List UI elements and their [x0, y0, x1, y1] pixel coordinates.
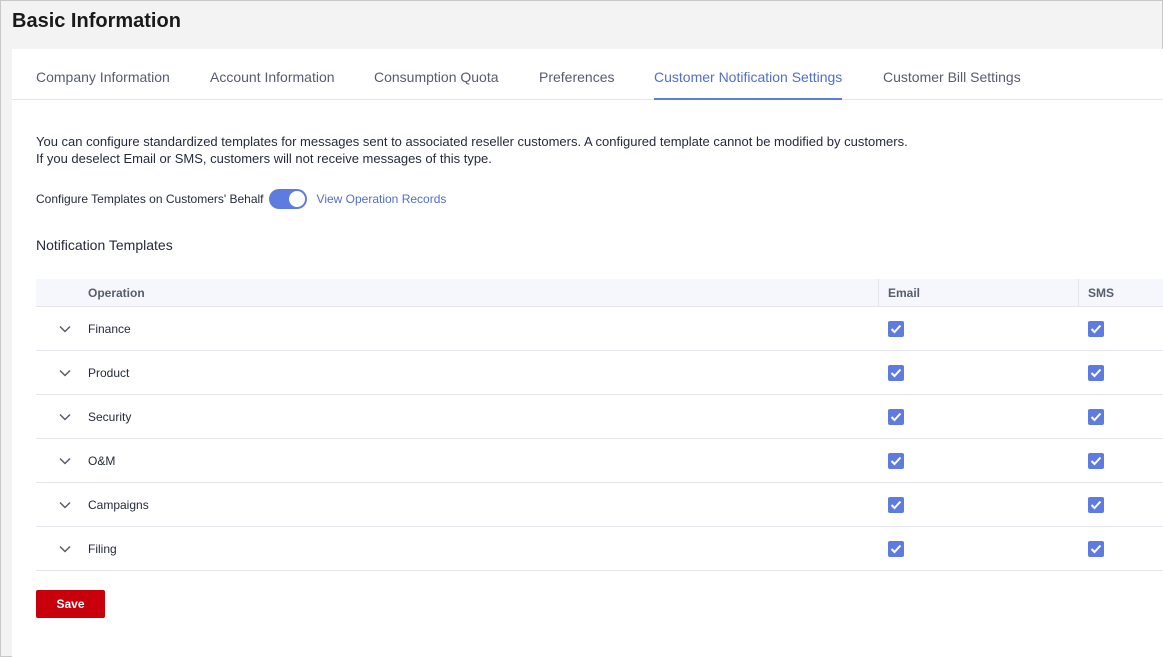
- sms-checkbox[interactable]: [1088, 453, 1104, 469]
- tab-account-information[interactable]: Account Information: [210, 69, 335, 100]
- table-row: Product: [36, 351, 1163, 395]
- configure-label: Configure Templates on Customers' Behalf: [36, 192, 264, 206]
- sms-checkbox[interactable]: [1088, 497, 1104, 513]
- sms-checkbox[interactable]: [1088, 321, 1104, 337]
- email-checkbox[interactable]: [888, 321, 904, 337]
- email-checkbox[interactable]: [888, 365, 904, 381]
- tab-consumption-quota[interactable]: Consumption Quota: [374, 69, 499, 100]
- email-checkbox[interactable]: [888, 409, 904, 425]
- operation-label: Finance: [88, 322, 131, 336]
- email-checkbox[interactable]: [888, 453, 904, 469]
- notification-templates-title: Notification Templates: [36, 237, 173, 253]
- chevron-down-icon[interactable]: [58, 366, 72, 380]
- table-row: O&M: [36, 439, 1163, 483]
- operation-label: Campaigns: [88, 498, 149, 512]
- column-operation: Operation: [88, 286, 145, 300]
- operation-label: Filing: [88, 542, 117, 556]
- email-checkbox[interactable]: [888, 541, 904, 557]
- table-row: Security: [36, 395, 1163, 439]
- chevron-down-icon[interactable]: [58, 410, 72, 424]
- table-row: Finance: [36, 307, 1163, 351]
- description-line-2: If you deselect Email or SMS, customers …: [36, 151, 492, 166]
- sms-checkbox[interactable]: [1088, 541, 1104, 557]
- email-checkbox[interactable]: [888, 497, 904, 513]
- sms-checkbox[interactable]: [1088, 365, 1104, 381]
- chevron-down-icon[interactable]: [58, 322, 72, 336]
- configure-toggle[interactable]: [268, 189, 307, 209]
- tab-company-information[interactable]: Company Information: [36, 69, 170, 100]
- settings-card: Company Information Account Information …: [12, 49, 1163, 657]
- column-divider: [1078, 279, 1079, 307]
- save-button[interactable]: Save: [36, 590, 105, 618]
- page-title: Basic Information: [12, 10, 181, 32]
- templates-table: Operation Email SMS Finance Product Securi…: [36, 279, 1163, 571]
- tab-preferences[interactable]: Preferences: [539, 69, 614, 100]
- sms-checkbox[interactable]: [1088, 409, 1104, 425]
- chevron-down-icon[interactable]: [58, 454, 72, 468]
- tab-customer-notification-settings[interactable]: Customer Notification Settings: [654, 69, 843, 100]
- operation-label: Product: [88, 366, 130, 380]
- column-email: Email: [888, 286, 921, 300]
- chevron-down-icon[interactable]: [58, 498, 72, 512]
- operation-label: Security: [88, 410, 132, 424]
- table-header: Operation Email SMS: [36, 279, 1163, 307]
- configure-row: Configure Templates on Customers' Behalf…: [36, 189, 446, 209]
- column-divider: [878, 279, 879, 307]
- description: You can configure standardized templates…: [36, 133, 908, 167]
- tab-bar: Company Information Account Information …: [12, 49, 1163, 100]
- operation-label: O&M: [88, 454, 116, 468]
- table-row: Filing: [36, 527, 1163, 571]
- column-sms: SMS: [1088, 286, 1115, 300]
- tab-customer-bill-settings[interactable]: Customer Bill Settings: [883, 69, 1021, 100]
- description-line-1: You can configure standardized templates…: [36, 134, 908, 149]
- table-row: Campaigns: [36, 483, 1163, 527]
- chevron-down-icon[interactable]: [58, 542, 72, 556]
- view-operation-records-link[interactable]: View Operation Records: [317, 192, 447, 206]
- toggle-knob: [288, 191, 305, 207]
